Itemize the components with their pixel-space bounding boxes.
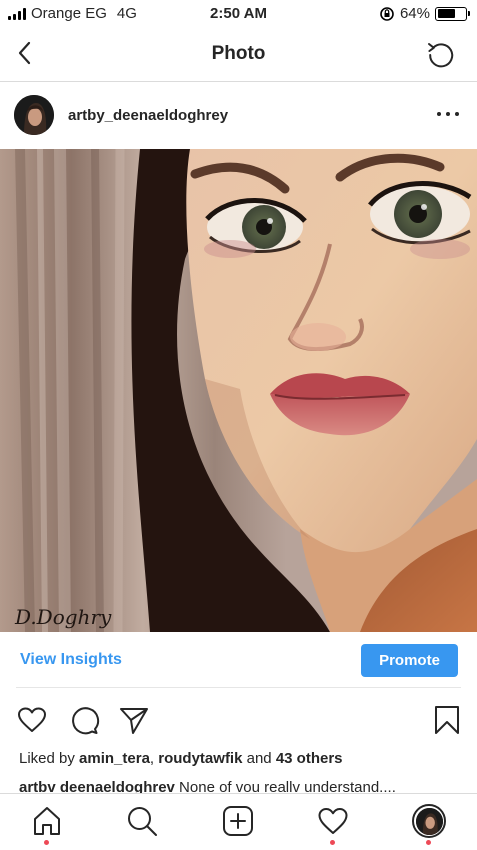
liker-username[interactable]: roudytawfik <box>158 750 242 767</box>
battery-percent: 64% <box>399 5 430 22</box>
more-options-icon[interactable] <box>437 106 459 122</box>
home-icon[interactable] <box>30 804 64 838</box>
likes-and: and <box>242 750 276 767</box>
notification-dot <box>44 840 49 845</box>
post-username[interactable]: artby_deenaeldoghrey <box>68 107 228 124</box>
comment-icon[interactable] <box>68 704 100 736</box>
painting-signature: D.Doghry <box>14 605 112 629</box>
notification-dot <box>330 840 335 845</box>
activity-heart-icon[interactable] <box>316 804 350 838</box>
status-right: 64% <box>379 5 470 22</box>
refresh-icon[interactable] <box>425 38 457 70</box>
page-title: Photo <box>211 43 266 64</box>
battery-level <box>437 9 455 18</box>
likes-separator: , <box>149 750 159 767</box>
painting-image: D.Doghry <box>0 149 477 632</box>
likes-prefix: Liked by <box>19 750 80 767</box>
search-icon[interactable] <box>125 804 159 838</box>
tab-bar <box>0 793 477 850</box>
profile-avatar[interactable] <box>412 804 446 838</box>
heart-icon[interactable] <box>16 704 48 736</box>
post-image[interactable]: D.Doghry <box>0 149 477 632</box>
status-bar: Orange EG 4G 2:50 AM 64% <box>0 0 477 28</box>
post-header: artby_deenaeldoghrey <box>0 83 477 149</box>
likes-others[interactable]: 43 others <box>276 750 343 767</box>
profile-avatar-image <box>415 807 443 835</box>
divider <box>16 687 461 688</box>
rotation-lock-icon <box>380 6 394 21</box>
avatar-image <box>415 807 443 835</box>
bookmark-icon[interactable] <box>431 704 463 736</box>
share-icon[interactable] <box>118 704 150 736</box>
promote-button[interactable]: Promote <box>361 644 458 677</box>
notification-dot <box>426 840 431 845</box>
avatar[interactable] <box>14 95 54 135</box>
new-post-icon[interactable] <box>221 804 255 838</box>
avatar-image <box>14 95 54 135</box>
battery-icon <box>435 6 470 21</box>
likes-text: Liked by amin_tera, roudytawfik and 43 o… <box>19 750 343 767</box>
liker-username[interactable]: amin_tera <box>79 750 150 767</box>
view-insights-link[interactable]: View Insights <box>20 651 122 669</box>
insights-bar: View Insights Promote <box>0 632 477 688</box>
action-row <box>0 700 477 740</box>
nav-bar: Photo <box>0 28 477 82</box>
